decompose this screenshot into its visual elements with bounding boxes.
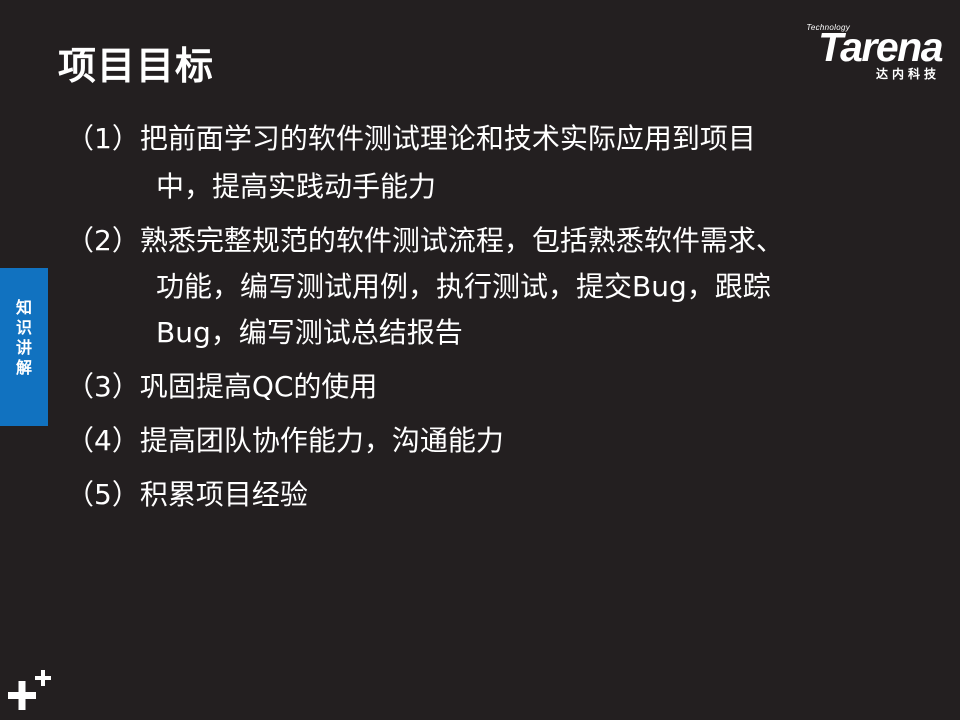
goal-line: 功能，编写测试用例，执行测试，提交Bug，跟踪 [156, 270, 771, 303]
side-tab-char: 识 [15, 318, 32, 337]
goal-line: （3）巩固提高QC的使用 [66, 370, 378, 403]
side-tab-label: 知 识 讲 解 [0, 298, 48, 378]
tarena-logo: Technology Tarena 达内科技 [772, 22, 943, 82]
slide-title: 项目目标 [58, 44, 215, 88]
goal-line: （5）积累项目经验 [66, 478, 308, 511]
side-tab-char: 讲 [15, 338, 32, 357]
slide: 项目目标 Technology Tarena 达内科技 知 识 讲 解 （1）把… [0, 0, 960, 720]
goal-line: Bug，编写测试总结报告 [156, 316, 463, 349]
goal-line: （2）熟悉完整规范的软件测试流程，包括熟悉软件需求、 [66, 224, 784, 257]
goal-line: 中，提高实践动手能力 [156, 170, 437, 203]
side-tab-char: 解 [15, 358, 32, 377]
side-tab-char: 知 [15, 298, 32, 317]
side-tab: 知 识 讲 解 [0, 268, 48, 426]
goal-line: （1）把前面学习的软件测试理论和技术实际应用到项目 [66, 122, 756, 155]
plus-icon [8, 670, 51, 710]
logo-wordmark: Tarena [818, 24, 943, 70]
goal-line: （4）提高团队协作能力，沟通能力 [66, 424, 504, 457]
logo-subtitle: 达内科技 [875, 67, 940, 81]
